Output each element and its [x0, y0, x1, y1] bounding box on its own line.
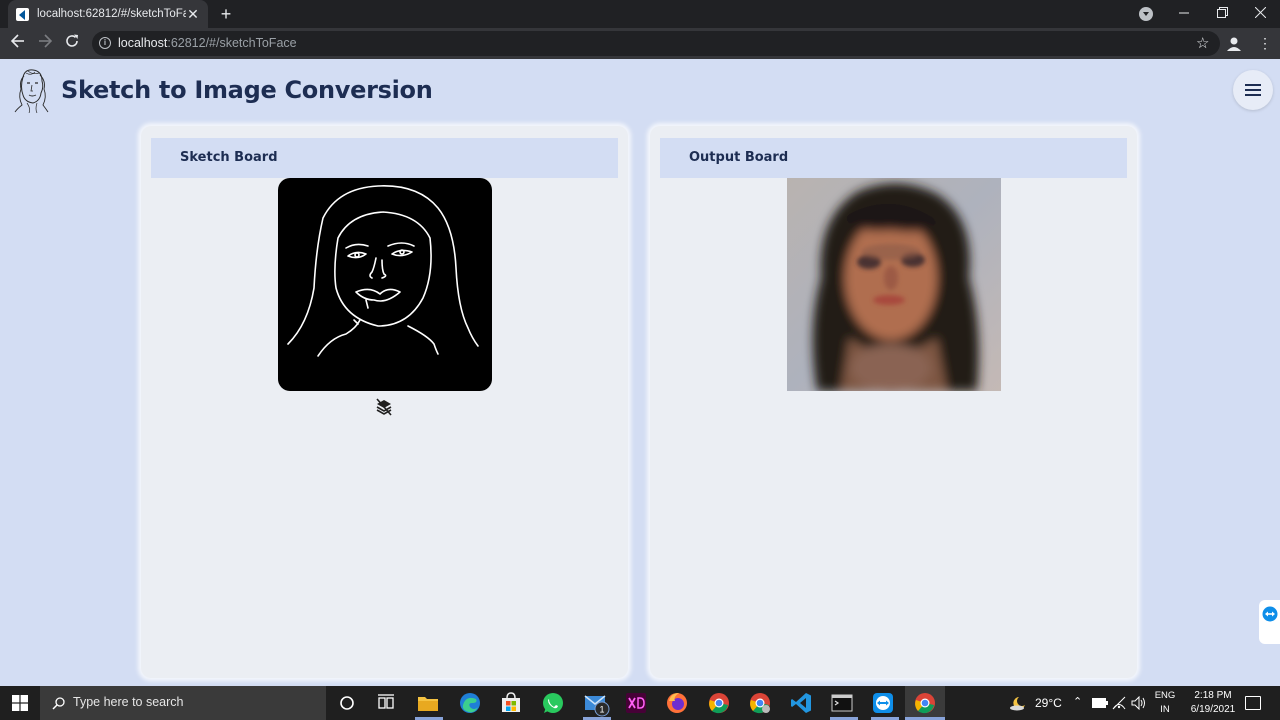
- menu-line-icon: [1245, 89, 1261, 91]
- clear-layers-icon[interactable]: [375, 398, 393, 416]
- input-language-indicator[interactable]: ENG IN: [1151, 689, 1179, 717]
- page-title: Sketch to Image Conversion: [61, 76, 433, 104]
- teamviewer-icon: [1262, 606, 1278, 622]
- hamburger-menu-button[interactable]: [1233, 70, 1273, 110]
- restore-button[interactable]: [1204, 0, 1240, 28]
- face-sketch-drawing: [287, 185, 479, 357]
- browser-toolbar: i localhost:62812/#/sketchToFace ☆: [0, 28, 1280, 59]
- windows-start-button[interactable]: [0, 686, 40, 720]
- weather-moon-icon[interactable]: [1009, 695, 1027, 711]
- svg-text:1: 1: [599, 705, 604, 715]
- url-text: localhost:62812/#/sketchToFace: [118, 36, 297, 50]
- taskbar-clock[interactable]: 2:18 PM 6/19/2021: [1180, 689, 1246, 717]
- tray-overflow-chevron-icon[interactable]: ⌃: [1073, 695, 1082, 708]
- new-tab-button[interactable]: +: [216, 4, 236, 24]
- windows-taskbar: Type here to search 1 29°C ⌃ ENG IN 2:18…: [0, 686, 1280, 720]
- menu-line-icon: [1245, 84, 1261, 86]
- firefox-icon[interactable]: [665, 691, 689, 715]
- mail-badge-icon: 1: [594, 701, 610, 717]
- output-board-title: Output Board: [689, 150, 789, 165]
- back-arrow-icon[interactable]: [7, 33, 29, 55]
- weather-temperature[interactable]: 29°C: [1035, 696, 1062, 710]
- minimize-button[interactable]: [1166, 0, 1202, 28]
- bookmark-star-icon[interactable]: ☆: [1196, 34, 1209, 52]
- chrome-profile1-icon[interactable]: [707, 691, 731, 715]
- generated-face-image: [787, 178, 1001, 391]
- address-bar[interactable]: i localhost:62812/#/sketchToFace ☆: [92, 31, 1220, 56]
- cortana-icon[interactable]: [335, 691, 359, 715]
- action-center-notification-icon[interactable]: [1245, 696, 1261, 710]
- sketch-canvas[interactable]: [278, 178, 492, 391]
- output-board-panel: Output Board: [650, 126, 1137, 678]
- close-window-button[interactable]: [1242, 0, 1278, 28]
- vscode-icon[interactable]: [789, 691, 813, 715]
- tab-search-icon[interactable]: [1139, 7, 1153, 21]
- whatsapp-icon[interactable]: [541, 691, 565, 715]
- teamviewer-taskbar-icon[interactable]: [871, 691, 895, 715]
- flutter-favicon-icon: [16, 7, 29, 21]
- volume-icon[interactable]: [1131, 696, 1147, 710]
- windows-logo-icon: [12, 695, 28, 711]
- browser-tab-strip: localhost:62812/#/sketchToFace ✕ +: [0, 0, 1280, 28]
- search-placeholder: Type here to search: [73, 695, 184, 709]
- microsoft-store-icon[interactable]: [499, 691, 523, 715]
- search-icon: [52, 697, 65, 710]
- terminal-icon[interactable]: [830, 691, 854, 715]
- adobe-xd-icon[interactable]: [624, 691, 648, 715]
- wifi-icon[interactable]: [1112, 696, 1126, 710]
- chrome-profile2-icon[interactable]: [748, 691, 772, 715]
- reload-icon[interactable]: [61, 33, 83, 55]
- browser-menu-icon[interactable]: ⋮: [1258, 34, 1272, 52]
- browser-tab[interactable]: localhost:62812/#/sketchToFace ✕: [8, 0, 208, 28]
- teamviewer-side-tab[interactable]: [1259, 600, 1280, 644]
- tab-close-icon[interactable]: ✕: [186, 7, 200, 21]
- site-info-icon[interactable]: i: [99, 37, 111, 49]
- sketch-board-panel: Sketch Board: [141, 126, 628, 678]
- sketch-board-header: Sketch Board: [151, 138, 618, 178]
- output-board-header: Output Board: [660, 138, 1127, 178]
- file-explorer-icon[interactable]: [416, 691, 440, 715]
- profile-icon[interactable]: [1226, 36, 1242, 52]
- sketch-face-logo-icon: [14, 69, 49, 113]
- sketch-board-title: Sketch Board: [180, 150, 278, 165]
- chrome-active-icon[interactable]: [913, 691, 937, 715]
- menu-line-icon: [1245, 94, 1261, 96]
- taskbar-search-box[interactable]: Type here to search: [40, 686, 326, 720]
- forward-arrow-icon[interactable]: [34, 33, 56, 55]
- tab-title: localhost:62812/#/sketchToFace: [37, 8, 186, 20]
- battery-icon[interactable]: [1092, 698, 1108, 708]
- app-page: Sketch to Image Conversion Sketch Board: [0, 59, 1280, 686]
- task-view-icon[interactable]: [374, 691, 398, 715]
- edge-browser-icon[interactable]: [458, 691, 482, 715]
